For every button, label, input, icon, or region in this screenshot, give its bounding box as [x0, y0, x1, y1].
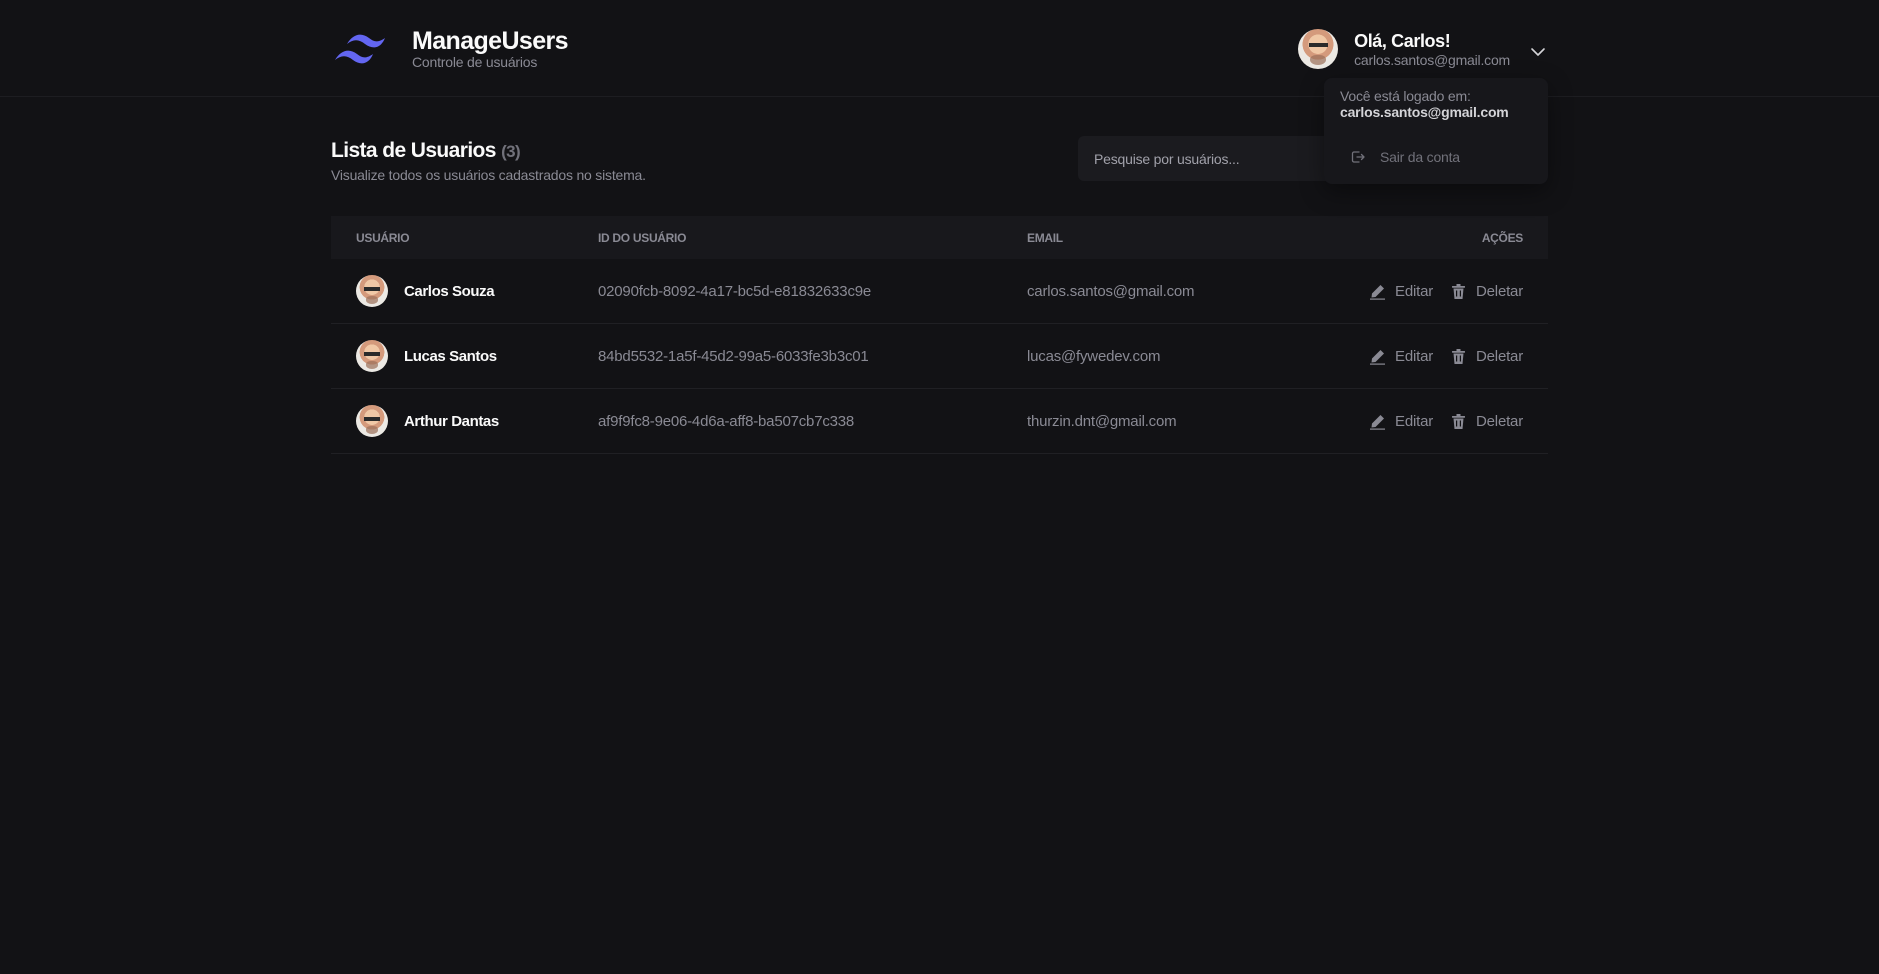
users-table: USUÁRIO ID DO USUÁRIO EMAIL AÇÕES Carlos… [331, 216, 1548, 454]
header-id: ID DO USUÁRIO [598, 230, 687, 245]
row-user: Arthur Dantas [356, 405, 598, 437]
logged-in-label: Você está logado em: [1340, 88, 1471, 104]
trash-icon [1452, 348, 1466, 364]
user-email-cell: thurzin.dnt@gmail.com [1027, 412, 1177, 430]
edit-label: Editar [1395, 347, 1434, 365]
trash-icon [1452, 283, 1466, 299]
row-user: Lucas Santos [356, 340, 598, 372]
table-row: Carlos Souza 02090fcb-8092-4a17-bc5d-e81… [331, 259, 1548, 324]
delete-button[interactable]: Deletar [1450, 413, 1523, 430]
header-user: USUÁRIO [356, 230, 410, 245]
logout-button[interactable]: Sair da conta [1350, 149, 1532, 165]
user-name: Arthur Dantas [404, 412, 499, 430]
page-title: Lista de Usuarios (3) [331, 138, 646, 165]
edit-label: Editar [1395, 412, 1434, 430]
list-title-text: Lista de Usuarios [331, 139, 496, 162]
logged-in-email: carlos.santos@gmail.com [1340, 104, 1509, 120]
row-actions: Editar Deletar [1369, 348, 1523, 365]
brand-title: ManageUsers [412, 26, 569, 55]
table-row: Lucas Santos 84bd5532-1a5f-45d2-99a5-603… [331, 324, 1548, 389]
user-id: af9f9fc8-9e06-4d6a-aff8-ba507cb7c338 [598, 412, 855, 430]
brand[interactable]: ManageUsers Controle de usuários [331, 26, 569, 70]
delete-label: Deletar [1476, 282, 1523, 300]
brand-subtitle: Controle de usuários [412, 53, 538, 70]
user-email: carlos.santos@gmail.com [1354, 51, 1510, 68]
user-id: 02090fcb-8092-4a17-bc5d-e81832633c9e [598, 282, 872, 300]
delete-button[interactable]: Deletar [1450, 348, 1523, 365]
user-id: 84bd5532-1a5f-45d2-99a5-6033fe3b3c01 [598, 347, 869, 365]
row-actions: Editar Deletar [1369, 283, 1523, 300]
user-dropdown: Você está logado em: carlos.santos@gmail… [1324, 78, 1548, 184]
main-content: Lista de Usuarios (3) Visualize todos os… [331, 136, 1548, 454]
pencil-icon [1370, 349, 1386, 365]
delete-label: Deletar [1476, 347, 1523, 365]
avatar [356, 275, 388, 307]
delete-button[interactable]: Deletar [1450, 283, 1523, 300]
edit-button[interactable]: Editar [1369, 348, 1433, 365]
user-menu[interactable]: Olá, Carlos! carlos.santos@gmail.com [1298, 28, 1548, 69]
logout-icon [1351, 151, 1365, 163]
delete-label: Deletar [1476, 412, 1523, 430]
user-email-cell: lucas@fywedev.com [1027, 347, 1161, 365]
edit-button[interactable]: Editar [1369, 283, 1433, 300]
top-header: ManageUsers Controle de usuários Olá, Ca… [0, 0, 1879, 97]
chevron-down-icon[interactable] [1528, 42, 1548, 62]
table-row: Arthur Dantas af9f9fc8-9e06-4d6a-aff8-ba… [331, 389, 1548, 454]
avatar [356, 405, 388, 437]
user-greeting: Olá, Carlos! [1354, 30, 1451, 51]
header-email: EMAIL [1027, 230, 1063, 245]
row-actions: Editar Deletar [1369, 413, 1523, 430]
edit-button[interactable]: Editar [1369, 413, 1433, 430]
pencil-icon [1370, 284, 1386, 300]
avatar [1298, 28, 1339, 69]
avatar [356, 340, 388, 372]
list-subtitle: Visualize todos os usuários cadastrados … [331, 167, 646, 183]
header-actions: AÇÕES [1481, 230, 1523, 245]
user-name: Carlos Souza [404, 282, 495, 300]
user-count: (3) [501, 142, 521, 161]
brand-text: ManageUsers Controle de usuários [412, 26, 569, 70]
user-name: Lucas Santos [404, 347, 497, 365]
pencil-icon [1370, 414, 1386, 430]
row-user: Carlos Souza [356, 275, 598, 307]
user-info: Olá, Carlos! carlos.santos@gmail.com [1354, 30, 1510, 68]
list-title-block: Lista de Usuarios (3) Visualize todos os… [331, 138, 646, 184]
wave-logo-icon [335, 34, 385, 63]
logout-label: Sair da conta [1380, 149, 1460, 165]
table-header: USUÁRIO ID DO USUÁRIO EMAIL AÇÕES [331, 216, 1548, 259]
edit-label: Editar [1395, 282, 1434, 300]
trash-icon [1452, 413, 1466, 429]
user-email-cell: carlos.santos@gmail.com [1027, 282, 1195, 300]
